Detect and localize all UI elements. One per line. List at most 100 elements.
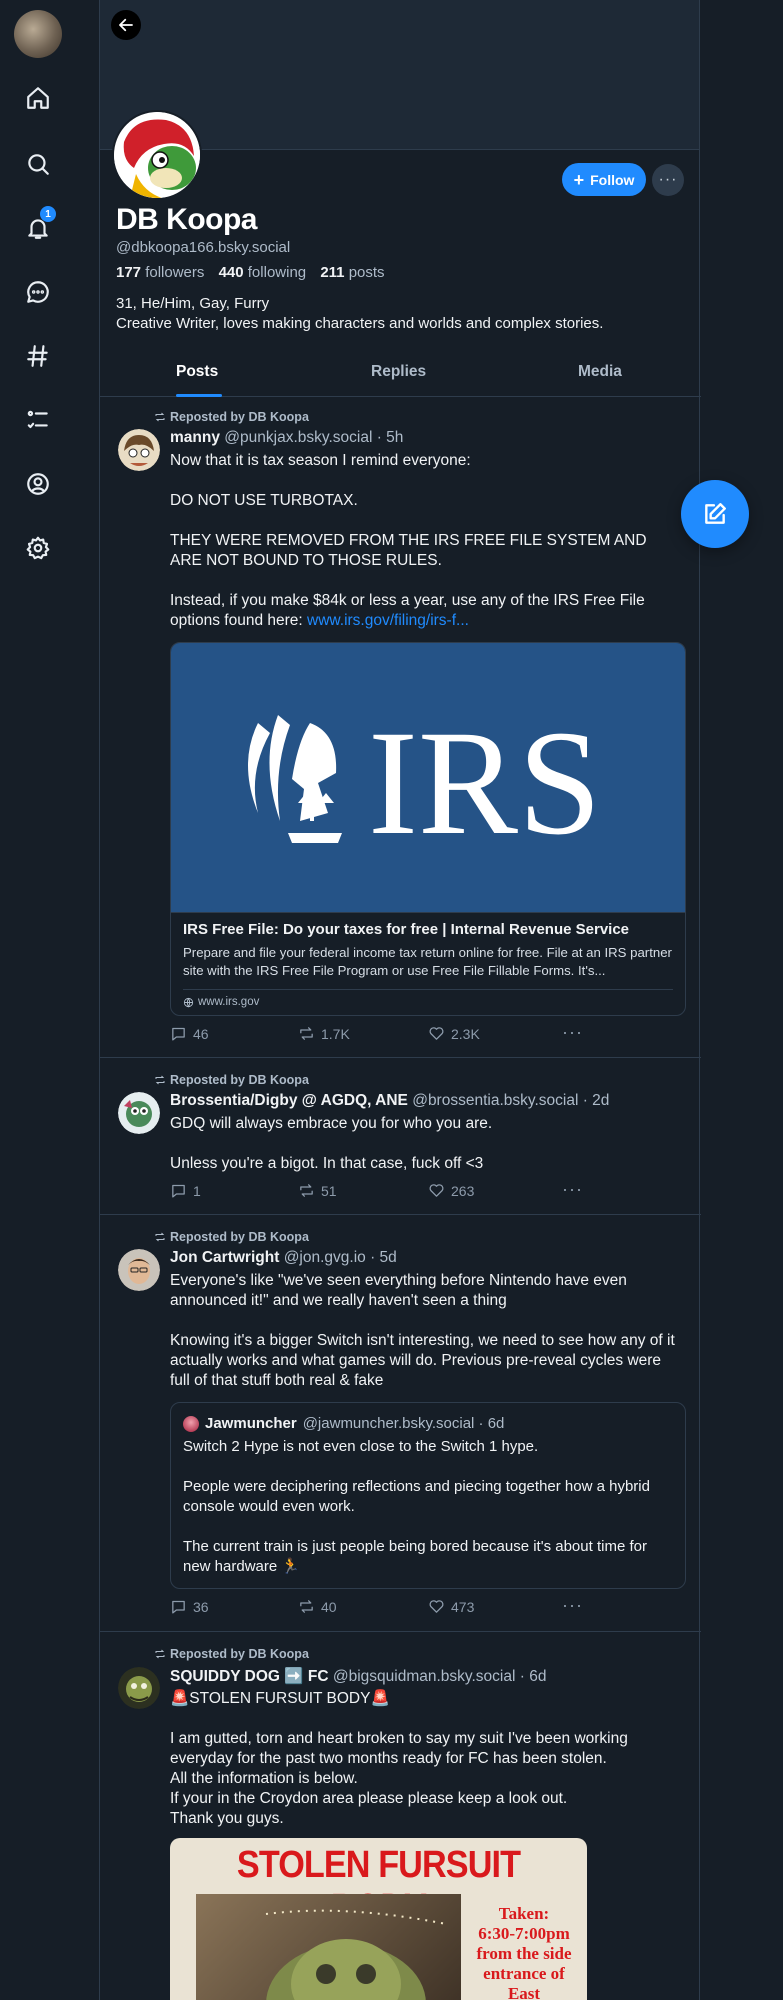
- author-handle[interactable]: @jon.gvg.io · 5d: [284, 1249, 397, 1266]
- post-text: Everyone's like "we've seen everything b…: [170, 1272, 675, 1389]
- reply-icon: [172, 1600, 185, 1614]
- reply-icon: [172, 1027, 185, 1041]
- profile-avatar[interactable]: [112, 110, 202, 200]
- repost-icon: [155, 1649, 165, 1659]
- repost-indicator: Reposted by DB Koopa: [154, 410, 309, 424]
- author-name[interactable]: SQUIDDY DOG ➡️ FC: [170, 1668, 329, 1685]
- avatar[interactable]: [118, 1667, 160, 1709]
- quote-author: Jawmuncher: [205, 1415, 297, 1432]
- quote-avatar: [183, 1415, 199, 1432]
- post-text: 🚨STOLEN FURSUIT BODY🚨 I am gutted, torn …: [170, 1690, 628, 1827]
- posts-stat: 211 posts: [320, 264, 385, 281]
- repost-button[interactable]: 1.7K: [298, 1025, 350, 1042]
- profile-handle: @dbkoopa166.bsky.social: [116, 239, 291, 256]
- avatar[interactable]: [118, 1249, 160, 1291]
- profile-bio: 31, He/Him, Gay, Furry Creative Writer, …: [116, 295, 604, 332]
- card-divider: [183, 989, 673, 990]
- post-actions: 36 40 473 ···: [170, 1596, 590, 1618]
- author-name[interactable]: Jon Cartwright: [170, 1249, 279, 1266]
- quote-text: Switch 2 Hype is not even close to the S…: [183, 1438, 650, 1575]
- like-button[interactable]: 263: [428, 1182, 474, 1199]
- more-options-button[interactable]: ···: [652, 164, 684, 196]
- home-icon[interactable]: [20, 80, 56, 116]
- post-link[interactable]: www.irs.gov/filing/irs-f...: [307, 612, 469, 629]
- repost-button[interactable]: 51: [298, 1182, 337, 1199]
- card-title: IRS Free File: Do your taxes for free | …: [183, 921, 630, 938]
- author-handle[interactable]: @bigsquidman.bsky.social · 6d: [333, 1668, 547, 1685]
- heart-icon: [429, 1600, 444, 1613]
- notification-badge: 1: [40, 206, 56, 222]
- repost-icon: [300, 1600, 313, 1613]
- search-icon[interactable]: [20, 146, 56, 182]
- card-logo-text: IRS: [368, 700, 601, 863]
- avatar[interactable]: [118, 1092, 160, 1134]
- tab-replies[interactable]: Replies: [371, 363, 426, 381]
- reply-icon: [172, 1184, 185, 1198]
- quoted-post[interactable]: Jawmuncher @jawmuncher.bsky.social · 6d …: [170, 1402, 686, 1589]
- tab-media[interactable]: Media: [578, 363, 622, 381]
- link-card[interactable]: IRS IRS Free File: Do your taxes for fre…: [170, 642, 686, 1016]
- repost-indicator: Reposted by DB Koopa: [154, 1073, 309, 1087]
- post-text: GDQ will always embrace you for who you …: [170, 1115, 493, 1172]
- irs-logo-image: IRS: [171, 643, 685, 913]
- display-name: DB Koopa: [116, 203, 258, 236]
- heart-icon: [429, 1027, 444, 1040]
- my-avatar[interactable]: [14, 10, 62, 58]
- plus-icon: +: [573, 169, 585, 190]
- like-button[interactable]: 473: [428, 1598, 474, 1615]
- post-actions: 1 51 263 ···: [170, 1180, 590, 1202]
- quote-handle: @jawmuncher.bsky.social · 6d: [302, 1415, 505, 1432]
- reply-button[interactable]: 36: [170, 1598, 209, 1615]
- image-side-text: Taken: 6:30-7:00pm from the side entranc…: [476, 1904, 572, 2000]
- repost-icon: [155, 1075, 165, 1085]
- author-name[interactable]: manny: [170, 429, 220, 446]
- repost-icon: [155, 412, 165, 422]
- bell-icon[interactable]: 1: [20, 206, 56, 246]
- quote-header: Jawmuncher @jawmuncher.bsky.social · 6d: [183, 1415, 504, 1432]
- back-button[interactable]: [111, 10, 141, 40]
- chat-icon[interactable]: [20, 274, 56, 310]
- post-more-button[interactable]: ···: [562, 1596, 583, 1614]
- main-column: + Follow ··· DB Koopa @dbkoopa166.bsky.s…: [99, 0, 701, 2000]
- author-name[interactable]: Brossentia/Digby @ AGDQ, ANE: [170, 1092, 408, 1109]
- post-more-button[interactable]: ···: [562, 1023, 583, 1041]
- post-actions: 46 1.7K 2.3K ···: [170, 1023, 590, 1045]
- card-description: Prepare and file your federal income tax…: [183, 945, 672, 978]
- author-handle[interactable]: @brossentia.bsky.social · 2d: [412, 1092, 609, 1109]
- profile-icon[interactable]: [20, 466, 56, 502]
- repost-icon: [300, 1027, 313, 1040]
- avatar[interactable]: [118, 429, 160, 471]
- reply-button[interactable]: 46: [170, 1025, 209, 1042]
- repost-icon: [300, 1184, 313, 1197]
- like-button[interactable]: 2.3K: [428, 1025, 480, 1042]
- card-domain: www.irs.gov: [183, 996, 259, 1008]
- arrow-left-icon: [119, 18, 133, 32]
- post-header: SQUIDDY DOG ➡️ FC @bigsquidman.bsky.soci…: [170, 1667, 546, 1686]
- tab-posts[interactable]: Posts: [176, 363, 218, 381]
- heart-icon: [429, 1184, 444, 1197]
- fursuit-photo: [196, 1894, 461, 2000]
- repost-indicator: Reposted by DB Koopa: [154, 1230, 309, 1244]
- post-image[interactable]: STOLEN FURSUIT BODY Taken: 6:30-7:00pm f…: [170, 1838, 587, 2000]
- repost-indicator: Reposted by DB Koopa: [154, 1647, 309, 1661]
- post-header: Jon Cartwright @jon.gvg.io · 5d: [170, 1249, 397, 1267]
- compose-button[interactable]: [681, 480, 749, 548]
- follow-button[interactable]: + Follow: [562, 163, 646, 196]
- repost-button[interactable]: 40: [298, 1598, 337, 1615]
- post-header: Brossentia/Digby @ AGDQ, ANE @brossentia…: [170, 1092, 609, 1110]
- compose-icon: [705, 503, 726, 524]
- post-more-button[interactable]: ···: [562, 1180, 583, 1198]
- author-handle[interactable]: @punkjax.bsky.social · 5h: [224, 429, 403, 446]
- profile-tabs: Posts Replies Media: [100, 353, 701, 397]
- globe-icon: [183, 997, 194, 1008]
- followers-stat[interactable]: 177 followers: [116, 264, 204, 281]
- post-header: manny @punkjax.bsky.social · 5h: [170, 429, 403, 447]
- post-text: Now that it is tax season I remind every…: [170, 452, 647, 629]
- gear-icon[interactable]: [20, 530, 56, 566]
- reply-button[interactable]: 1: [170, 1182, 201, 1199]
- profile-stats: 177 followers 440 following 211 posts: [116, 264, 385, 281]
- hashtag-icon[interactable]: [20, 338, 56, 374]
- repost-icon: [155, 1232, 165, 1242]
- following-stat[interactable]: 440 following: [219, 264, 307, 281]
- list-icon[interactable]: [20, 402, 56, 438]
